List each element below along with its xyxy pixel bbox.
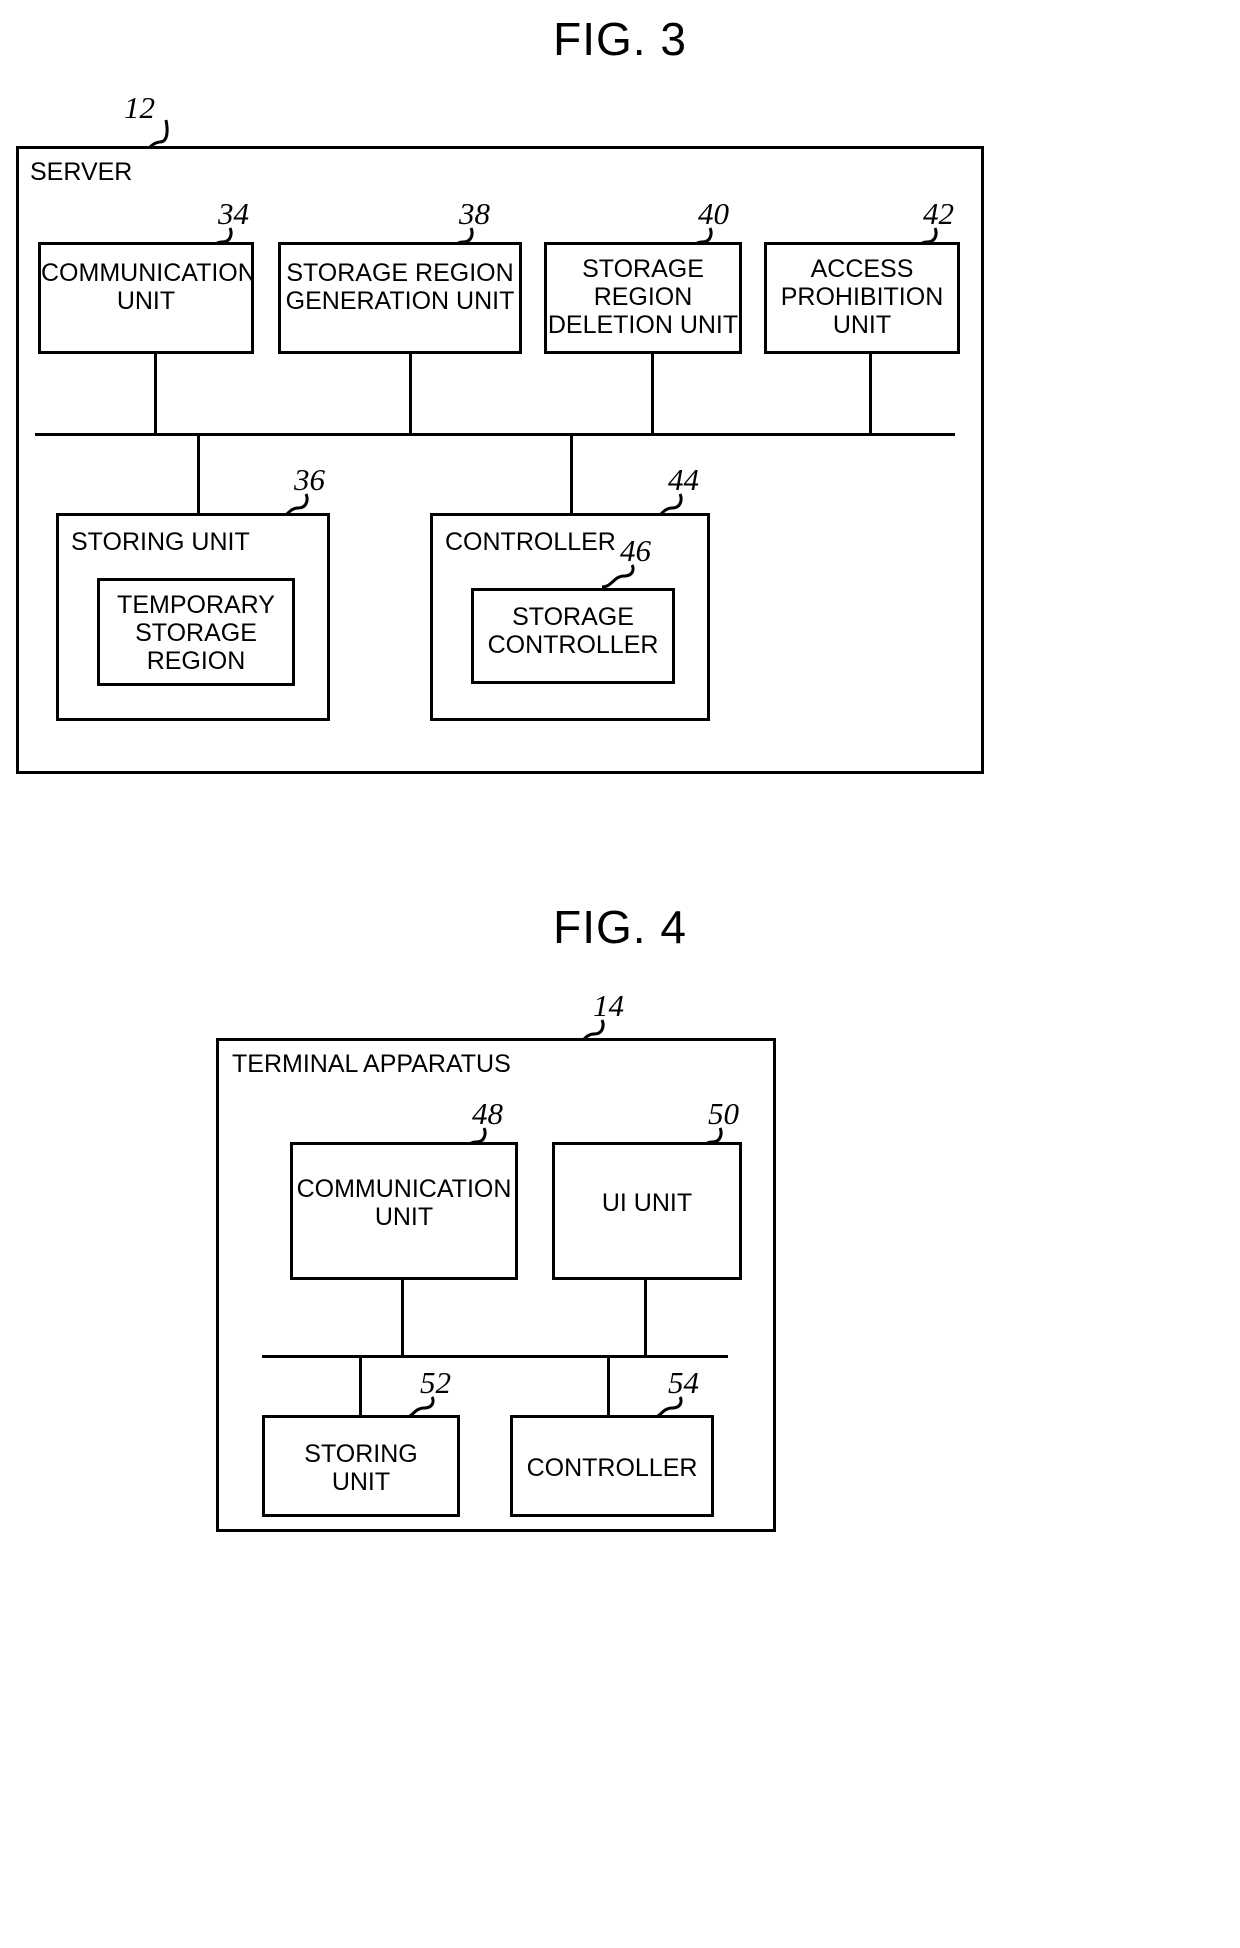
connector-storage-region-deletion-unit (651, 354, 654, 435)
terminal-storing-unit-box: STORING UNIT (262, 1415, 460, 1517)
storing-unit-label: STORING UNIT (71, 528, 250, 556)
communication-unit-box: COMMUNICATION UNIT (38, 242, 256, 354)
terminal-storing-unit-label: STORING UNIT (304, 1440, 418, 1496)
connector-storage-region-generation-unit (409, 354, 412, 435)
temporary-storage-region-box: TEMPORARY STORAGE REGION (97, 578, 295, 686)
storage-region-generation-unit-box: STORAGE REGION GENERATION UNIT (278, 242, 522, 354)
storage-controller-box: STORAGE CONTROLLER (471, 588, 675, 684)
figure-3-title: FIG. 3 (553, 13, 687, 65)
communication-unit-label: COMMUNICATION UNIT (41, 259, 256, 315)
storage-region-deletion-unit-label: STORAGE REGION DELETION UNIT (547, 255, 739, 339)
access-prohibition-unit-box: ACCESS PROHIBITION UNIT (764, 242, 960, 354)
connector-ui-unit (644, 1280, 647, 1357)
connector-terminal-controller (607, 1357, 610, 1417)
storage-controller-label: STORAGE CONTROLLER (487, 603, 659, 659)
terminal-apparatus-label: TERMINAL APPARATUS (232, 1050, 511, 1078)
terminal-communication-unit-box: COMMUNICATION UNIT (290, 1142, 518, 1280)
connector-storing-unit (197, 435, 200, 515)
access-prohibition-unit-label: ACCESS PROHIBITION UNIT (780, 255, 944, 339)
terminal-communication-unit-label: COMMUNICATION UNIT (296, 1175, 512, 1231)
ui-unit-label: UI UNIT (601, 1189, 693, 1217)
terminal-controller-box: CONTROLLER (510, 1415, 714, 1517)
connector-terminal-communication-unit (401, 1280, 404, 1357)
controller-label: CONTROLLER (445, 528, 616, 556)
terminal-bus-line (262, 1355, 728, 1358)
storage-region-deletion-unit-box: STORAGE REGION DELETION UNIT (544, 242, 742, 354)
controller-box: CONTROLLER STORAGE CONTROLLER (430, 513, 710, 721)
storage-region-generation-unit-label: STORAGE REGION GENERATION UNIT (285, 259, 515, 315)
temporary-storage-region-label: TEMPORARY STORAGE REGION (117, 591, 275, 675)
ui-unit-box: UI UNIT (552, 1142, 742, 1280)
connector-access-prohibition-unit (869, 354, 872, 435)
figure-4-title: FIG. 4 (553, 901, 687, 953)
storing-unit-box: STORING UNIT TEMPORARY STORAGE REGION (56, 513, 330, 721)
reference-hook-46 (601, 564, 635, 589)
server-label: SERVER (30, 158, 133, 186)
connector-controller (570, 435, 573, 515)
terminal-controller-label: CONTROLLER (526, 1454, 698, 1482)
connector-communication-unit (154, 354, 157, 435)
connector-terminal-storing-unit (359, 1357, 362, 1417)
server-bus-line (35, 433, 955, 436)
